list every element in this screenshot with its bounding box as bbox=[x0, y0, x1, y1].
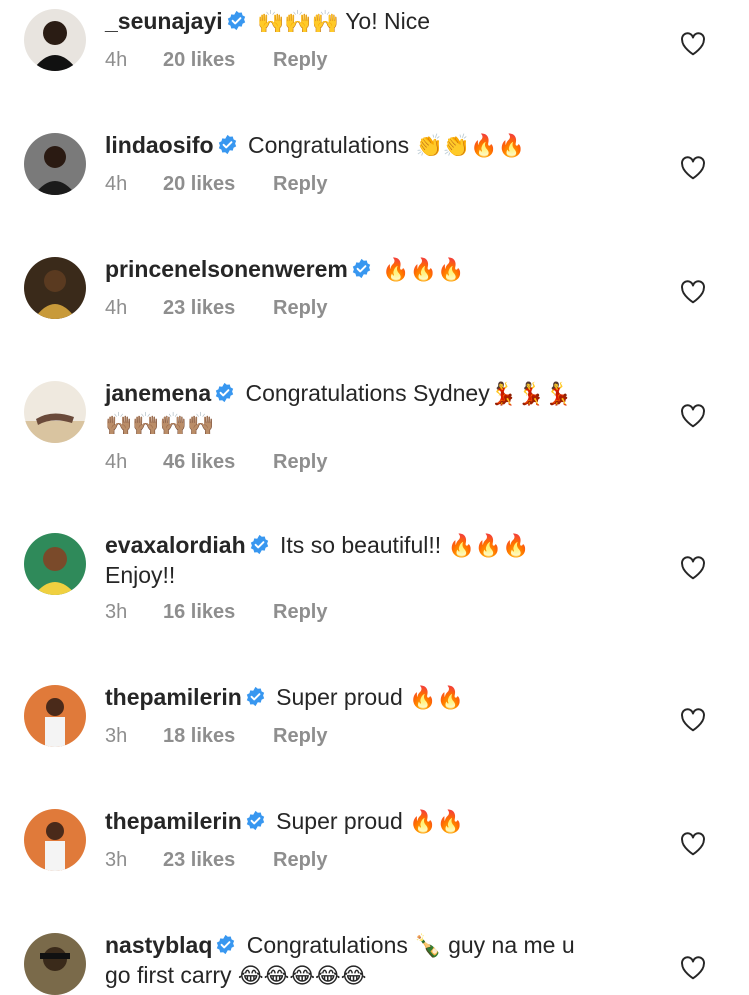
comment-likes[interactable]: 16 likes bbox=[163, 601, 273, 624]
heart-outline-icon[interactable] bbox=[680, 404, 706, 428]
comment-username[interactable]: thepamilerin bbox=[105, 684, 242, 710]
verified-badge-icon bbox=[246, 686, 264, 707]
avatar-image bbox=[24, 933, 86, 995]
comment-meta: 3h 18 likes Reply bbox=[105, 725, 665, 748]
comment-likes[interactable]: 18 likes bbox=[163, 725, 273, 748]
reply-button[interactable]: Reply bbox=[273, 297, 327, 320]
comment-message: Super proud bbox=[276, 808, 403, 834]
comment-likes[interactable]: 20 likes bbox=[163, 49, 273, 72]
avatar-image bbox=[24, 809, 86, 871]
reply-button[interactable]: Reply bbox=[273, 601, 327, 624]
comment-username[interactable]: evaxalordiah bbox=[105, 532, 246, 558]
comment-message: go first carry bbox=[105, 962, 232, 988]
verified-badge-icon bbox=[352, 258, 371, 279]
comment-text-line-2: Enjoy!! bbox=[105, 561, 665, 589]
comment-time: 3h bbox=[105, 601, 128, 623]
comment-message: Congratulations bbox=[248, 132, 410, 158]
comment-message: Congratulations Sydney bbox=[245, 380, 490, 406]
comment-text: evaxalordiah Its so beautiful!! 🔥🔥🔥 bbox=[105, 531, 665, 561]
heart-outline-icon[interactable] bbox=[680, 556, 706, 580]
heart-outline-icon[interactable] bbox=[680, 32, 706, 56]
heart-outline-icon[interactable] bbox=[680, 156, 706, 180]
comment-text: nastyblaq Congratulations 🍾 guy na me u bbox=[105, 931, 665, 961]
comment-meta: 3h 23 likes Reply bbox=[105, 849, 665, 872]
comment-time: 4h bbox=[105, 297, 128, 319]
verified-badge-icon bbox=[227, 10, 245, 31]
avatar[interactable] bbox=[24, 809, 86, 871]
comment-text: princenelsonenwerem 🔥🔥🔥 bbox=[105, 255, 665, 285]
heart-outline-icon[interactable] bbox=[680, 956, 706, 980]
comment-likes[interactable]: 23 likes bbox=[163, 849, 273, 872]
avatar[interactable] bbox=[24, 685, 86, 747]
reply-button[interactable]: Reply bbox=[273, 49, 327, 72]
comment-message: Super proud bbox=[276, 684, 403, 710]
avatar[interactable] bbox=[24, 133, 86, 195]
verified-badge-icon bbox=[218, 134, 236, 155]
verified-badge-icon bbox=[250, 534, 268, 555]
comment-text: lindaosifo Congratulations 👏👏🔥🔥 bbox=[105, 131, 665, 161]
reply-button[interactable]: Reply bbox=[273, 173, 327, 196]
comment-time: 4h bbox=[105, 451, 128, 473]
avatar-image bbox=[24, 381, 86, 443]
avatar-image bbox=[24, 685, 86, 747]
avatar-image bbox=[24, 533, 86, 595]
comment-time: 4h bbox=[105, 173, 128, 195]
comment-meta: 4h 20 likes Reply bbox=[105, 49, 665, 72]
comment-emoji: 🔥🔥🔥 bbox=[447, 534, 530, 559]
comment-emoji: 🔥🔥🔥 bbox=[382, 258, 465, 283]
comment-username[interactable]: nastyblaq bbox=[105, 932, 212, 958]
avatar[interactable] bbox=[24, 9, 86, 71]
comment-emoji: 💃💃💃 bbox=[489, 382, 572, 407]
comment-message: Its so beautiful!! bbox=[280, 532, 442, 558]
comment-emoji: 🍾 bbox=[414, 934, 442, 959]
comment-emoji: 🔥🔥 bbox=[409, 810, 464, 835]
comment-message: guy na me u bbox=[448, 932, 575, 958]
comment-message: Congratulations bbox=[246, 932, 408, 958]
avatar-image bbox=[24, 9, 86, 71]
comment-text-line-2: 🙌🏽🙌🏽🙌🏽🙌🏽 bbox=[105, 409, 665, 439]
comment-meta: 4h 46 likes Reply bbox=[105, 451, 665, 474]
comment-time: 3h bbox=[105, 725, 128, 747]
comment-text: janemena Congratulations Sydney💃💃💃 bbox=[105, 379, 665, 409]
verified-badge-icon bbox=[215, 382, 234, 403]
comment-username[interactable]: lindaosifo bbox=[105, 132, 214, 158]
comment-meta: 3h 16 likes Reply bbox=[105, 601, 665, 624]
comment-emoji: 👏👏🔥🔥 bbox=[415, 134, 526, 159]
avatar[interactable] bbox=[24, 381, 86, 443]
comment-emoji: 😂😂😂😂😂 bbox=[237, 964, 367, 989]
comment-username[interactable]: janemena bbox=[105, 380, 211, 406]
comment-meta: 4h 23 likes Reply bbox=[105, 297, 665, 320]
avatar[interactable] bbox=[24, 533, 86, 595]
reply-button[interactable]: Reply bbox=[273, 451, 327, 474]
comment-text: thepamilerin Super proud 🔥🔥 bbox=[105, 807, 665, 837]
comment-text: _seunajayi 🙌🙌🙌 Yo! Nice bbox=[105, 7, 665, 37]
comment-username[interactable]: thepamilerin bbox=[105, 808, 242, 834]
heart-outline-icon[interactable] bbox=[680, 708, 706, 732]
comment-username[interactable]: _seunajayi bbox=[105, 8, 223, 34]
comment-likes[interactable]: 23 likes bbox=[163, 297, 273, 320]
avatar[interactable] bbox=[24, 933, 86, 995]
comment-meta: 4h 20 likes Reply bbox=[105, 173, 665, 196]
avatar[interactable] bbox=[24, 257, 86, 319]
comment-text-line-2: go first carry 😂😂😂😂😂 bbox=[105, 961, 665, 991]
comment-message: Yo! Nice bbox=[345, 8, 431, 34]
heart-outline-icon[interactable] bbox=[680, 832, 706, 856]
comment-username[interactable]: princenelsonenwerem bbox=[105, 256, 348, 282]
reply-button[interactable]: Reply bbox=[273, 725, 327, 748]
verified-badge-icon bbox=[246, 810, 264, 831]
avatar-image bbox=[24, 257, 86, 319]
comment-time: 4h bbox=[105, 49, 128, 71]
comment-message: Enjoy!! bbox=[105, 562, 176, 588]
comment-likes[interactable]: 46 likes bbox=[163, 451, 273, 474]
comment-text: thepamilerin Super proud 🔥🔥 bbox=[105, 683, 665, 713]
comment-likes[interactable]: 20 likes bbox=[163, 173, 273, 196]
heart-outline-icon[interactable] bbox=[680, 280, 706, 304]
reply-button[interactable]: Reply bbox=[273, 849, 327, 872]
comment-time: 3h bbox=[105, 849, 128, 871]
verified-badge-icon bbox=[217, 934, 235, 955]
comment-emoji: 🙌🏽🙌🏽🙌🏽🙌🏽 bbox=[105, 412, 215, 437]
avatar-image bbox=[24, 133, 86, 195]
comment-emoji: 🙌🙌🙌 bbox=[257, 10, 340, 35]
comment-emoji: 🔥🔥 bbox=[409, 686, 464, 711]
